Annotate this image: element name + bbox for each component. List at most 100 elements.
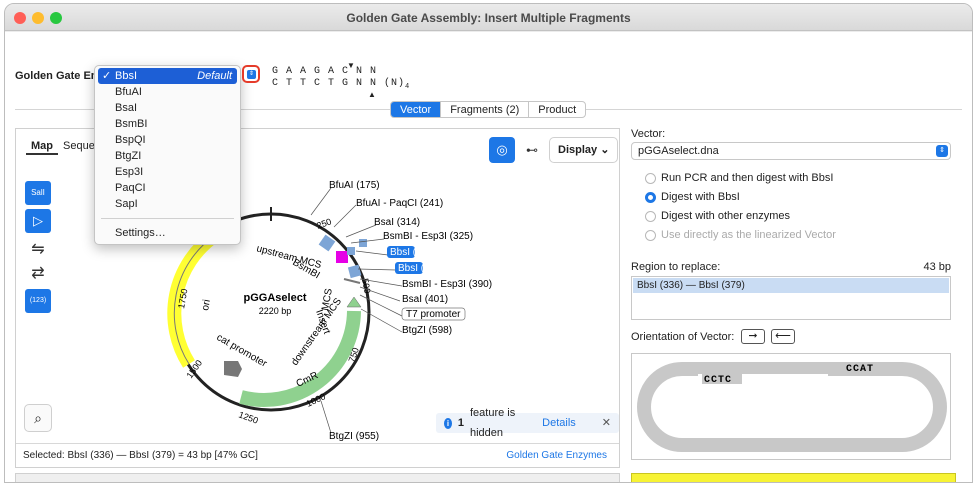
window-title: Golden Gate Assembly: Insert Multiple Fr… xyxy=(346,11,631,25)
orientation-reverse-button[interactable]: ⟵ xyxy=(771,329,795,344)
tab-fragments[interactable]: Fragments (2) xyxy=(441,102,530,117)
bottom-panel xyxy=(15,473,620,482)
site-bbsi-336: BbsI (336) xyxy=(390,247,436,258)
tab-vector[interactable]: Vector xyxy=(391,102,442,117)
tab-product[interactable]: Product xyxy=(529,102,585,117)
display-menu[interactable]: Display ⌄ xyxy=(549,137,619,163)
site-btgzi-598: BtgZI (598) xyxy=(402,325,452,336)
sequence-subscript: 4 xyxy=(405,83,411,91)
parallel-icon[interactable]: ⇋ xyxy=(25,239,51,259)
sequence-bottom-row: C T T C T G N N (N)4 xyxy=(272,78,410,93)
checkmark-icon: ✓ xyxy=(102,70,112,82)
sali-icon[interactable]: SalI xyxy=(25,181,51,205)
enzyme-option-bsmbi[interactable]: BsmBI xyxy=(95,116,240,132)
vector-select[interactable]: pGGAselect.dna ⇕ xyxy=(631,142,951,160)
radio-other-enzymes[interactable]: Digest with other enzymes xyxy=(645,210,790,222)
vector-label: Vector: xyxy=(631,128,666,140)
enzyme-popup-button[interactable]: ⇕ xyxy=(242,65,260,83)
circular-view-icon[interactable]: ◎ xyxy=(489,137,515,163)
vector-diagram: CCTC CCAT xyxy=(631,353,951,460)
app-window: Golden Gate Assembly: Insert Multiple Fr… xyxy=(4,3,973,483)
chevron-down-icon: ⌄ xyxy=(600,144,610,156)
region-row[interactable]: BbsI (336) — BbsI (379) xyxy=(633,278,949,293)
map-subtabs: Map Seque xyxy=(26,139,100,155)
info-icon: i xyxy=(444,417,452,429)
site-box-2 xyxy=(359,239,367,247)
title-bar: Golden Gate Assembly: Insert Multiple Fr… xyxy=(5,4,972,31)
sequence-bottom: C T T C T G N N (N) xyxy=(272,78,406,89)
menu-separator xyxy=(101,218,234,219)
radio-use-directly: Use directly as the linearized Vector xyxy=(645,229,836,241)
cat-promoter-label: cat promoter xyxy=(215,332,270,370)
feature-icon[interactable]: ▷ xyxy=(25,209,51,233)
radio-circle xyxy=(645,172,656,184)
hidden-count: 1 xyxy=(457,417,464,429)
linear-view-icon[interactable]: ⊷ xyxy=(519,137,545,163)
golden-gate-enzymes-link[interactable]: Golden Gate Enzymes xyxy=(506,444,607,468)
main-tabs: Vector Fragments (2) Product xyxy=(390,101,587,118)
site-bsmbi-esp3i-325: BsmBI - Esp3I (325) xyxy=(383,231,473,242)
radio-pcr-digest[interactable]: Run PCR and then digest with BbsI xyxy=(645,172,833,184)
enzyme-option-bsai[interactable]: BsaI xyxy=(95,100,240,116)
site-btgzi-955: BtgZI (955) xyxy=(329,431,379,441)
orientation-label: Orientation of Vector: xyxy=(631,331,735,343)
settings-menu-item[interactable]: Settings… xyxy=(95,225,240,241)
selection-status: Selected: BbsI (336) — BbsI (379) = 43 b… xyxy=(23,450,258,461)
enzyme-option-btgzi[interactable]: BtgZI xyxy=(95,148,240,164)
stepper-icon: ⇕ xyxy=(936,145,948,157)
radio-label: Digest with BbsI xyxy=(661,191,740,203)
main-content: Golden Gate En ▼ G A A G A C N N C T T C… xyxy=(5,32,972,482)
map-toolbar: ◎ ⊷ Display ⌄ xyxy=(489,137,619,163)
site-bfuai-175: BfuAI (175) xyxy=(329,180,380,191)
vector-value: pGGAselect.dna xyxy=(638,145,719,157)
site-bsai-401: BsaI (401) xyxy=(402,294,448,305)
enzyme-option-paqci[interactable]: PaqCI xyxy=(95,180,240,196)
enzyme-option-bbsi[interactable]: ✓ BbsI Default xyxy=(98,68,237,84)
plasmid-size: 2220 bp xyxy=(259,306,292,316)
enzyme-option-bfuai[interactable]: BfuAI xyxy=(95,84,240,100)
mcs-box xyxy=(336,251,348,263)
insert-line xyxy=(343,278,361,284)
radio-label: Run PCR and then digest with BbsI xyxy=(661,172,834,184)
enzyme-option-bspqi[interactable]: BspQI xyxy=(95,132,240,148)
orientation-forward-button[interactable]: ➞ xyxy=(741,329,765,344)
site-box-1 xyxy=(347,247,355,255)
radio-circle xyxy=(645,210,656,222)
details-link[interactable]: Details xyxy=(542,413,576,433)
default-tag: Default xyxy=(197,70,232,82)
tick-1750: 1750 xyxy=(176,288,189,309)
hidden-text: feature is hidden xyxy=(469,407,516,439)
tick-1250: 1250 xyxy=(237,409,259,425)
overhang-left: CCTC xyxy=(704,375,732,386)
tick-250: 250 xyxy=(315,216,333,231)
cmr-arrowhead xyxy=(346,296,362,308)
subtab-map[interactable]: Map xyxy=(26,139,58,155)
site-bbsi-379: BbsI (379) xyxy=(398,263,444,274)
enzyme-option-sapi[interactable]: SapI xyxy=(95,196,240,212)
region-size: 43 bp xyxy=(923,261,951,273)
site-bfuai-paqci-241: BfuAI - PaqCI (241) xyxy=(356,198,443,209)
region-label: Region to replace: xyxy=(631,261,721,273)
enzyme-option-esp3i[interactable]: Esp3I xyxy=(95,164,240,180)
sequence-top: G A A G A C N N xyxy=(272,66,378,77)
status-bar: Selected: BbsI (336) — BbsI (379) = 43 b… xyxy=(16,443,619,467)
enzyme-option-label: BbsI xyxy=(115,70,138,82)
close-icon[interactable]: ✕ xyxy=(602,413,611,433)
yellow-status-bar xyxy=(631,473,956,482)
site-bsai-314: BsaI (314) xyxy=(374,217,420,228)
numbers-icon[interactable]: (123) xyxy=(25,289,51,313)
enzyme-dropdown-menu: ✓ BbsI Default BfuAI BsaI BsmBI BspQI Bt… xyxy=(94,65,241,245)
radio-label: Use directly as the linearized Vector xyxy=(661,229,836,241)
search-icon[interactable]: ⌕ xyxy=(24,404,52,432)
enzyme-label: Golden Gate En xyxy=(15,70,98,82)
cat-promoter-feature xyxy=(224,361,242,377)
hidden-feature-note: i 1 feature is hidden Details ✕ xyxy=(436,407,619,439)
linearized-vector-graphic: CCTC CCAT xyxy=(637,362,947,452)
radio-circle-checked xyxy=(645,191,656,203)
display-label: Display xyxy=(558,144,598,156)
ori-label: ori xyxy=(200,299,213,312)
swap-icon[interactable]: ⇄ xyxy=(25,263,51,283)
radio-digest-bbsi[interactable]: Digest with BbsI xyxy=(645,191,740,203)
radio-circle xyxy=(645,229,656,241)
recognition-sequence: G A A G A C N N C T T C T G N N (N)4 xyxy=(272,66,410,93)
